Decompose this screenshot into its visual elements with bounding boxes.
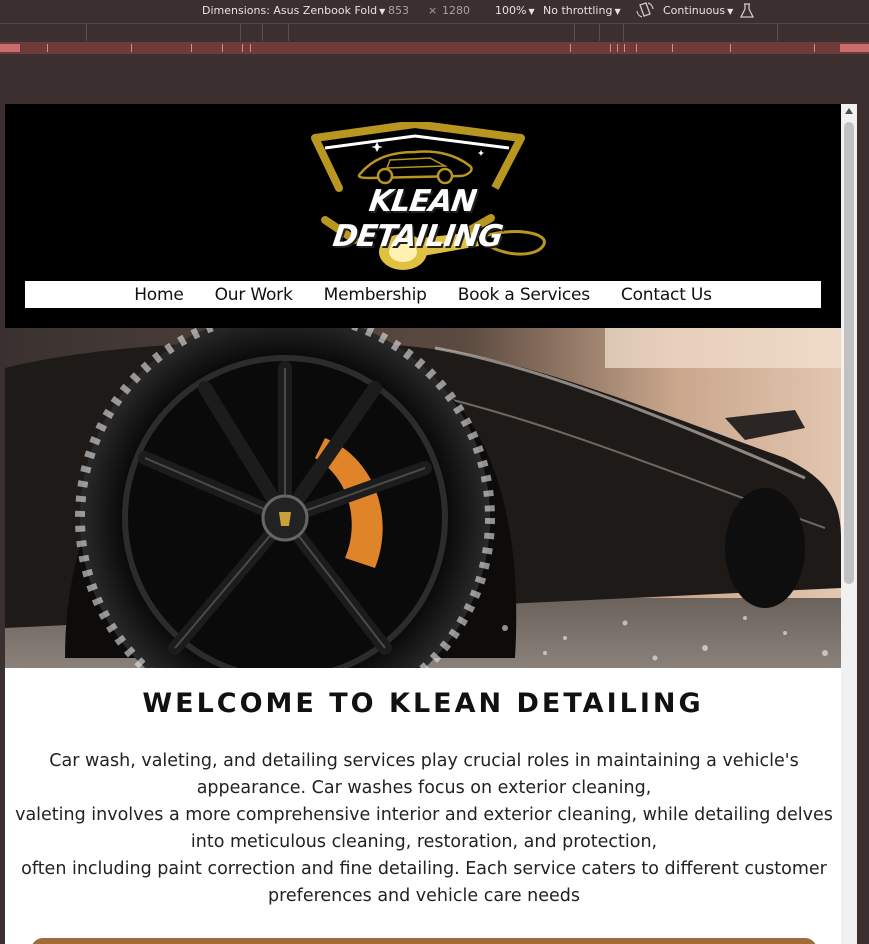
nav-membership[interactable]: Membership: [324, 285, 427, 305]
site-header: KLEAN DETAILING Home Our Work Membership…: [5, 104, 841, 328]
nav-our-work[interactable]: Our Work: [215, 285, 293, 305]
caret-down-icon: ▼: [379, 7, 386, 16]
scroll-up-arrow-icon[interactable]: [845, 108, 853, 114]
cta-banner[interactable]: [31, 938, 817, 944]
main-nav: Home Our Work Membership Book a Services…: [25, 281, 821, 308]
intro-line: Car wash, valeting, and detailing servic…: [49, 751, 799, 798]
height-input[interactable]: 1280: [442, 4, 470, 17]
zoom-label: 100%: [495, 4, 527, 17]
caret-down-icon: ▼: [528, 7, 535, 16]
nav-contact-us[interactable]: Contact Us: [621, 285, 712, 305]
mode-select[interactable]: Continuous ▼: [663, 4, 733, 17]
rotate-icon[interactable]: [636, 2, 654, 21]
scrollbar-thumb[interactable]: [844, 122, 854, 584]
intro-paragraph: Car wash, valeting, and detailing servic…: [11, 748, 837, 910]
devtools-device-toolbar: Dimensions: Asus Zenbook Fold ▼ 853 × 128…: [0, 0, 869, 23]
logo-text: KLEAN DETAILING: [330, 184, 505, 254]
device-dimensions-select[interactable]: Dimensions: Asus Zenbook Fold ▼: [202, 4, 385, 17]
throttling-select[interactable]: No throttling ▼: [543, 4, 621, 17]
mode-label: Continuous: [663, 4, 726, 17]
device-viewport: KLEAN DETAILING Home Our Work Membership…: [5, 104, 857, 944]
nav-home[interactable]: Home: [134, 285, 184, 305]
flask-icon[interactable]: [739, 3, 755, 22]
nav-book-services[interactable]: Book a Services: [458, 285, 590, 305]
width-input[interactable]: 853: [388, 4, 409, 17]
klean-detailing-logo[interactable]: KLEAN DETAILING: [295, 120, 555, 277]
throttling-label: No throttling: [543, 4, 613, 17]
intro-line: often including paint correction and fin…: [21, 859, 827, 906]
intro-line: valeting involves a more comprehensive i…: [15, 805, 833, 852]
caret-down-icon: ▼: [727, 7, 734, 16]
times-label: ×: [428, 4, 438, 17]
device-name-label: Dimensions: Asus Zenbook Fold: [202, 4, 378, 17]
web-page: KLEAN DETAILING Home Our Work Membership…: [5, 104, 841, 944]
welcome-heading: WELCOME TO KLEAN DETAILING: [142, 688, 704, 719]
breakpoint-ruler[interactable]: [0, 23, 869, 41]
page-scrollbar[interactable]: [841, 104, 857, 944]
hero-car-wheel-image: [5, 328, 841, 668]
zoom-select[interactable]: 100% ▼: [495, 4, 535, 17]
media-query-bar[interactable]: [0, 42, 869, 54]
caret-down-icon: ▼: [614, 7, 621, 16]
